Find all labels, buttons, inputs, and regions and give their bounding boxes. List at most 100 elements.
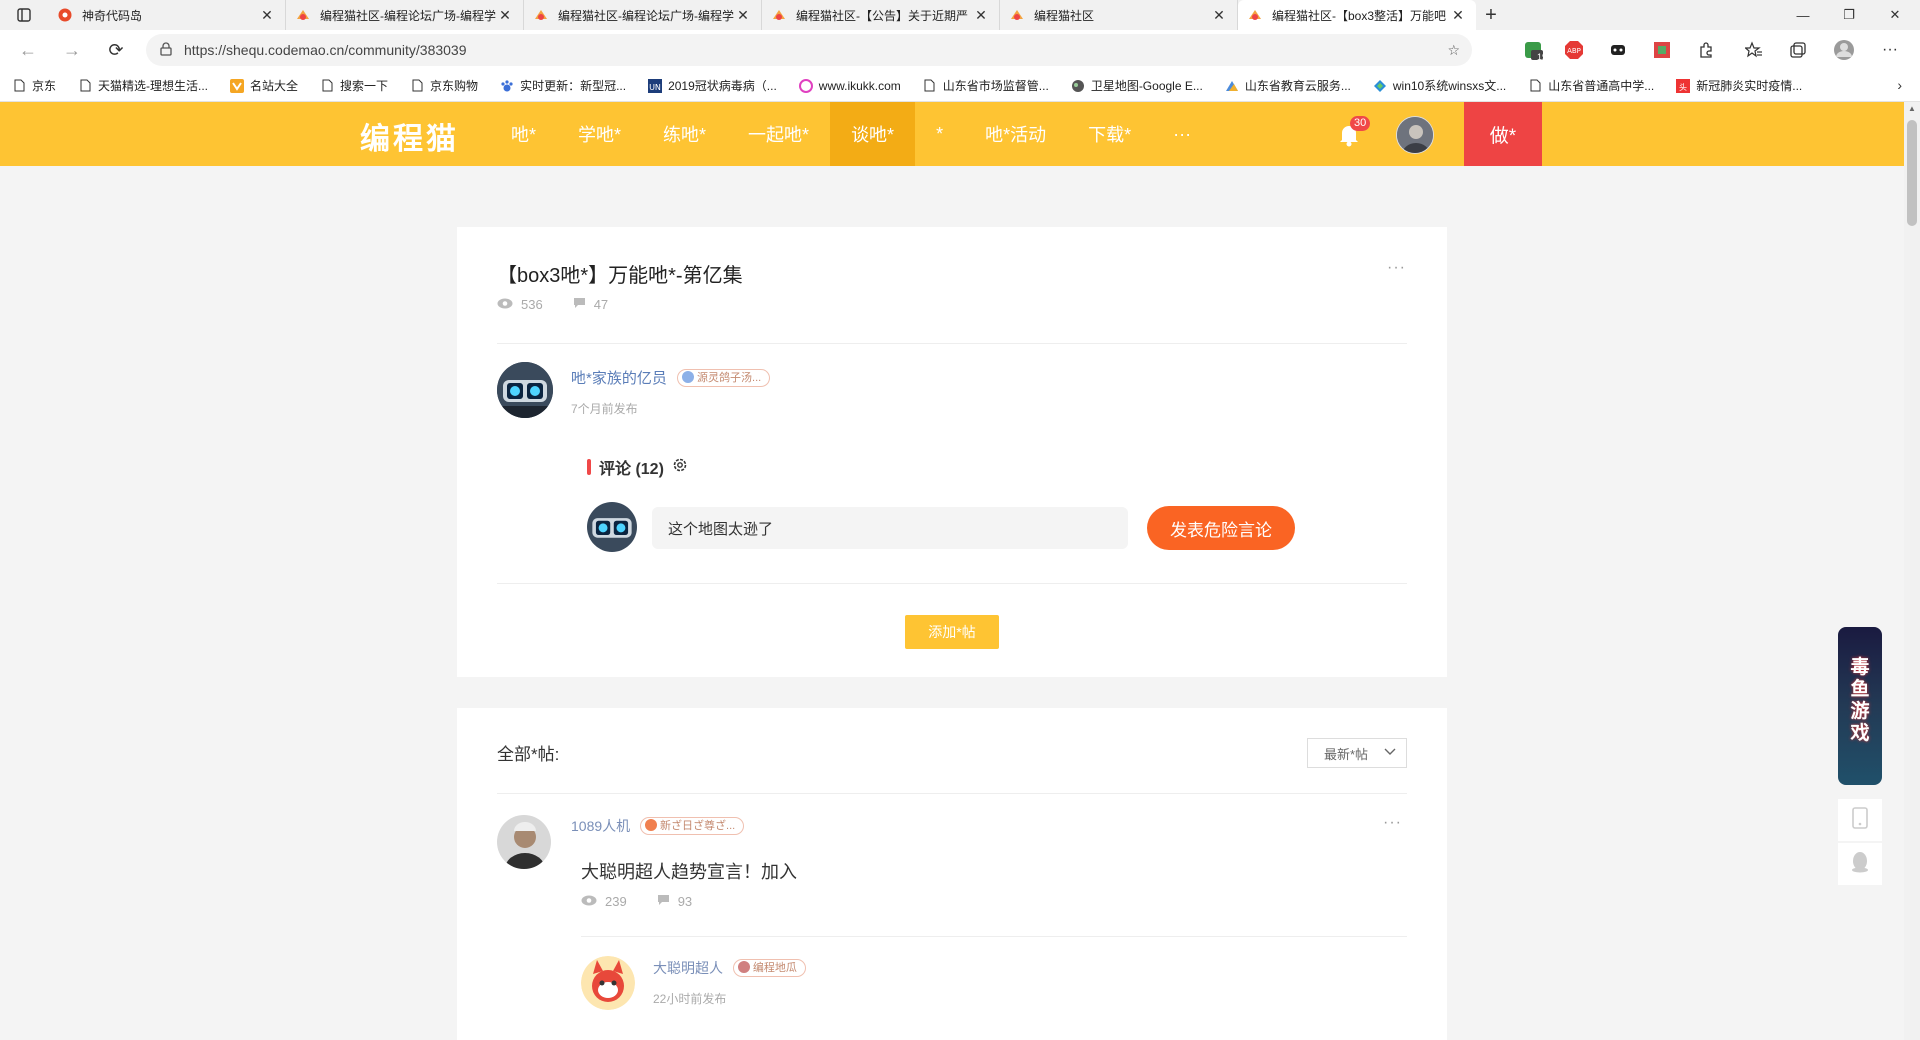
nav-item-together[interactable]: 一起吔* — [727, 102, 830, 166]
restore-button[interactable]: ❐ — [1826, 0, 1872, 30]
close-tab-icon[interactable]: ✕ — [735, 7, 751, 24]
bookmark-item[interactable]: 山东省普通高中学... — [1528, 77, 1654, 94]
scrollbar-thumb[interactable] — [1907, 120, 1917, 226]
nested-reply-author-name[interactable]: 大聪明超人 — [653, 960, 723, 976]
submit-comment-button[interactable]: 发表危险言论 — [1147, 506, 1295, 550]
favicon-icon — [1248, 8, 1262, 22]
bookmark-label: 实时更新：新型冠... — [520, 79, 627, 93]
favicon-icon — [772, 8, 786, 22]
nav-item-more[interactable]: ··· — [1152, 102, 1212, 166]
window-close-button[interactable]: ✕ — [1872, 0, 1918, 30]
bookmark-item[interactable]: 山东省市场监督管... — [923, 77, 1049, 94]
favicon-icon — [296, 8, 310, 22]
mobile-app-button[interactable] — [1838, 799, 1882, 841]
extension-badge-icon[interactable]: 19 — [1521, 38, 1547, 62]
close-tab-icon[interactable]: ✕ — [497, 7, 513, 24]
tab-actions-icon[interactable] — [0, 0, 48, 30]
badge-label: 新ざ日ざ尊ざ... — [660, 820, 736, 832]
site-logo[interactable]: 编程猫 — [360, 114, 459, 158]
my-avatar — [587, 502, 637, 552]
nav-item-talk[interactable]: 谈吔* — [830, 102, 916, 166]
page-icon — [923, 79, 937, 93]
game-promo-banner[interactable]: 毒鱼游戏 — [1838, 627, 1882, 785]
comments-title: 评论 (12) — [599, 461, 664, 478]
qq-contact-button[interactable] — [1838, 843, 1882, 885]
bookmark-label: 天猫精选-理想生活... — [98, 79, 209, 93]
bookmark-item[interactable]: 卫星地图-Google E... — [1071, 77, 1203, 94]
browser-tab-4[interactable]: 编程猫社区-【公告】关于近期严 ✕ — [762, 0, 1000, 30]
page-scrollbar[interactable] — [1904, 102, 1920, 1040]
forward-button[interactable]: → — [50, 30, 94, 70]
nav-item-activity[interactable]: 吔*活动 — [964, 102, 1067, 166]
profile-avatar-icon[interactable] — [1832, 38, 1856, 62]
replies-card: 全部*帖: 最新*帖 1089人机 新ざ日ざ尊ざ... ··· 大聪明超人趋势宣… — [457, 708, 1447, 1040]
back-button[interactable]: ← — [6, 30, 50, 70]
minimize-button[interactable]: — — [1780, 0, 1826, 30]
author-avatar[interactable] — [497, 362, 553, 418]
favicon-icon — [534, 8, 548, 22]
browser-tab-2[interactable]: 编程猫社区-编程论坛广场-编程学 ✕ — [286, 0, 524, 30]
nav-item-star[interactable]: * — [915, 102, 964, 166]
nested-reply-avatar[interactable] — [581, 956, 635, 1010]
close-tab-icon[interactable]: ✕ — [259, 7, 275, 24]
bookmark-item[interactable]: www.ikukk.com — [798, 78, 901, 93]
game-extension-icon[interactable] — [1606, 38, 1630, 62]
globe-icon — [1071, 79, 1085, 93]
bookmark-item[interactable]: 搜索一下 — [320, 77, 388, 94]
badge-icon — [737, 961, 750, 973]
gear-icon[interactable] — [672, 457, 688, 478]
reply-comment-count: 93 — [677, 894, 693, 909]
nav-item-practice[interactable]: 练吔* — [642, 102, 727, 166]
bookmark-item[interactable]: 实时更新：新型冠... — [500, 77, 626, 94]
create-button[interactable]: 做* — [1464, 102, 1542, 166]
add-post-button[interactable]: 添加*帖 — [905, 615, 999, 649]
reply-author-name[interactable]: 1089人机 — [571, 818, 630, 834]
browser-tab-5[interactable]: 编程猫社区 ✕ — [1000, 0, 1238, 30]
scroll-up-arrow-icon[interactable]: ▲ — [1904, 104, 1920, 118]
favorite-star-icon[interactable]: ☆ — [1447, 42, 1460, 59]
adblock-icon[interactable]: ABP — [1562, 38, 1586, 62]
svg-text:ABP: ABP — [1567, 47, 1581, 55]
bookmark-item[interactable]: 头新冠肺炎实时疫情... — [1676, 77, 1802, 94]
bookmark-item[interactable]: 京东 — [12, 77, 56, 94]
nav-item-learn[interactable]: 学吔* — [557, 102, 642, 166]
collections-icon[interactable] — [1786, 38, 1810, 62]
diamond-icon — [1373, 79, 1387, 93]
browser-menu-icon[interactable]: ··· — [1878, 38, 1902, 62]
bookmark-item[interactable]: 京东购物 — [410, 77, 478, 94]
user-avatar[interactable] — [1396, 116, 1434, 154]
browser-tab-1[interactable]: 神奇代码岛 ✕ — [48, 0, 286, 30]
pixel-extension-icon[interactable] — [1650, 38, 1674, 62]
extensions-puzzle-icon[interactable] — [1694, 38, 1718, 62]
nav-item-download[interactable]: 下载* — [1067, 102, 1152, 166]
comment-input[interactable]: 这个地图太逊了 — [652, 507, 1128, 549]
post-more-icon[interactable]: ··· — [1387, 259, 1406, 277]
notification-count-badge: 30 — [1350, 116, 1371, 131]
browser-tab-3[interactable]: 编程猫社区-编程论坛广场-编程学 ✕ — [524, 0, 762, 30]
comment-bubble-icon — [657, 894, 670, 909]
bookmark-item[interactable]: 名站大全 — [230, 77, 298, 94]
close-tab-icon[interactable]: ✕ — [1211, 7, 1227, 24]
bookmark-item[interactable]: 天猫精选-理想生活... — [78, 77, 208, 94]
bookmark-label: 山东省教育云服务... — [1244, 79, 1351, 93]
close-tab-icon[interactable]: ✕ — [973, 7, 989, 24]
bookmark-item[interactable]: 山东省教育云服务... — [1225, 77, 1351, 94]
bookmark-item[interactable]: win10系统winsxs文... — [1373, 77, 1506, 94]
eye-icon — [497, 297, 513, 312]
post-time: 7个月前发布 — [571, 402, 638, 416]
url-input[interactable]: https://shequ.codemao.cn/community/38303… — [146, 34, 1472, 66]
close-tab-icon[interactable]: ✕ — [1450, 7, 1466, 24]
reply-more-icon[interactable]: ··· — [1383, 814, 1402, 832]
bookmark-item[interactable]: UN 2019冠状病毒病（... — [648, 77, 777, 94]
bookmarks-more-icon[interactable]: › — [1897, 77, 1902, 93]
sort-dropdown[interactable]: 最新*帖 — [1307, 738, 1407, 768]
author-name[interactable]: 吔*家族的亿员 — [571, 370, 667, 387]
bookmark-label: win10系统winsxs文... — [1392, 79, 1507, 93]
reply-author-avatar[interactable] — [497, 815, 551, 869]
sort-selected-value: 最新*帖 — [1324, 746, 1369, 762]
new-tab-button[interactable]: + — [1476, 0, 1506, 30]
nav-item-home[interactable]: 吔* — [490, 102, 557, 166]
refresh-button[interactable]: ⟳ — [94, 30, 138, 70]
favorites-list-icon[interactable] — [1742, 38, 1766, 62]
browser-tab-6-active[interactable]: 编程猫社区-【box3整活】万能吧 ✕ — [1238, 0, 1476, 30]
